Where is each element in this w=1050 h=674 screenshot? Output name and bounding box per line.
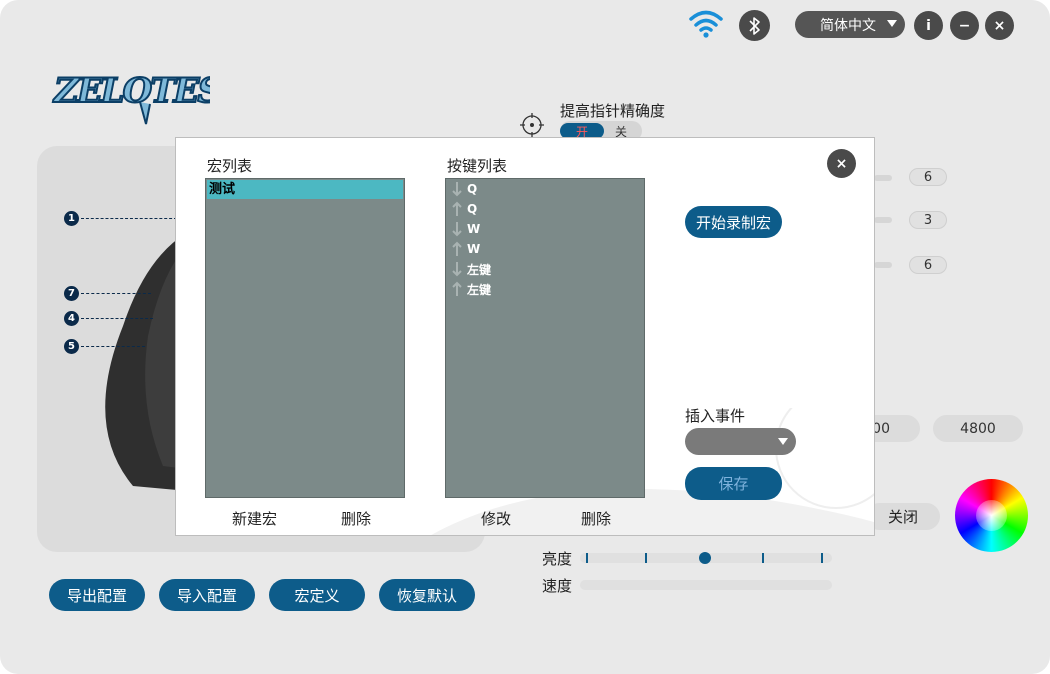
callout-4[interactable]: 4 xyxy=(64,311,153,326)
macro-list[interactable]: 测试 xyxy=(205,178,405,498)
wifi-icon[interactable] xyxy=(688,8,724,40)
precision-label: 提高指针精确度 xyxy=(560,102,666,120)
color-wheel[interactable] xyxy=(955,479,1028,552)
arrow-down-icon xyxy=(450,260,464,278)
delete-key-button[interactable]: 删除 xyxy=(581,508,611,529)
chevron-down-icon xyxy=(887,20,897,27)
reset-default-button[interactable]: 恢复默认 xyxy=(379,579,475,611)
key-list-item[interactable]: 左键 xyxy=(446,279,644,299)
key-list-title: 按键列表 xyxy=(447,157,508,175)
dialog-close-button[interactable]: × xyxy=(827,149,856,178)
start-record-macro-button[interactable]: 开始录制宏 xyxy=(685,206,782,238)
language-value: 简体中文 xyxy=(820,17,876,34)
macro-list-title: 宏列表 xyxy=(207,157,253,175)
modify-key-button[interactable]: 修改 xyxy=(481,508,511,529)
info-button[interactable]: i xyxy=(914,11,943,40)
speed-label: 速度 xyxy=(542,577,573,595)
key-list-item[interactable]: W xyxy=(446,239,644,259)
dpi-option-4800[interactable]: 4800 xyxy=(933,415,1023,442)
close-icon: × xyxy=(835,155,848,172)
callout-1[interactable]: 1 xyxy=(64,211,177,226)
value-pill-3[interactable]: 6 xyxy=(909,256,947,274)
macro-define-button[interactable]: 宏定义 xyxy=(269,579,365,611)
arrow-up-icon xyxy=(450,280,464,298)
brightness-label: 亮度 xyxy=(542,550,573,568)
slider-stub xyxy=(874,175,892,181)
key-list-item[interactable]: 左键 xyxy=(446,259,644,279)
arrow-up-icon xyxy=(450,200,464,218)
arrow-down-icon xyxy=(450,220,464,238)
close-icon: × xyxy=(993,17,1006,34)
macro-list-item[interactable]: 测试 xyxy=(207,180,403,199)
import-config-button[interactable]: 导入配置 xyxy=(159,579,255,611)
key-list[interactable]: Q Q W W 左键 左键 xyxy=(445,178,645,498)
minimize-icon: − xyxy=(958,17,971,34)
crosshair-icon xyxy=(519,112,545,138)
chevron-down-icon xyxy=(778,438,788,445)
save-button[interactable]: 保存 xyxy=(685,467,782,500)
key-list-item[interactable]: Q xyxy=(446,199,644,219)
macro-dialog: × 宏列表 测试 新建宏 删除 按键列表 Q Q W W 左键 左键 修改 删除… xyxy=(175,137,875,536)
brightness-slider[interactable] xyxy=(580,552,832,564)
callout-5[interactable]: 5 xyxy=(64,339,145,354)
light-off-button[interactable]: 关闭 xyxy=(866,503,940,530)
slider-stub xyxy=(874,217,892,223)
info-icon: i xyxy=(926,17,931,34)
export-config-button[interactable]: 导出配置 xyxy=(49,579,145,611)
value-pill-1[interactable]: 6 xyxy=(909,168,947,186)
arrow-down-icon xyxy=(450,180,464,198)
delete-macro-button[interactable]: 删除 xyxy=(341,508,371,529)
value-pill-2[interactable]: 3 xyxy=(909,211,947,229)
callout-7[interactable]: 7 xyxy=(64,286,151,301)
key-list-item[interactable]: W xyxy=(446,219,644,239)
key-list-item[interactable]: Q xyxy=(446,179,644,199)
insert-event-select[interactable] xyxy=(685,428,796,455)
slider-stub xyxy=(874,262,892,268)
minimize-button[interactable]: − xyxy=(950,11,979,40)
zelotes-logo: ZELOTES xyxy=(50,58,224,130)
new-macro-button[interactable]: 新建宏 xyxy=(232,508,277,529)
language-select[interactable]: 简体中文 xyxy=(795,11,905,38)
arrow-up-icon xyxy=(450,240,464,258)
brightness-knob[interactable] xyxy=(699,552,711,564)
bluetooth-icon[interactable] xyxy=(739,10,770,41)
insert-event-label: 插入事件 xyxy=(685,407,746,425)
close-button[interactable]: × xyxy=(985,11,1014,40)
app-window: 简体中文 i − × ZELOTES 1 7 4 5 提高指针精确度 开 关 6… xyxy=(0,0,1050,674)
speed-slider[interactable] xyxy=(580,580,832,590)
svg-text:ZELOTES: ZELOTES xyxy=(52,71,210,111)
